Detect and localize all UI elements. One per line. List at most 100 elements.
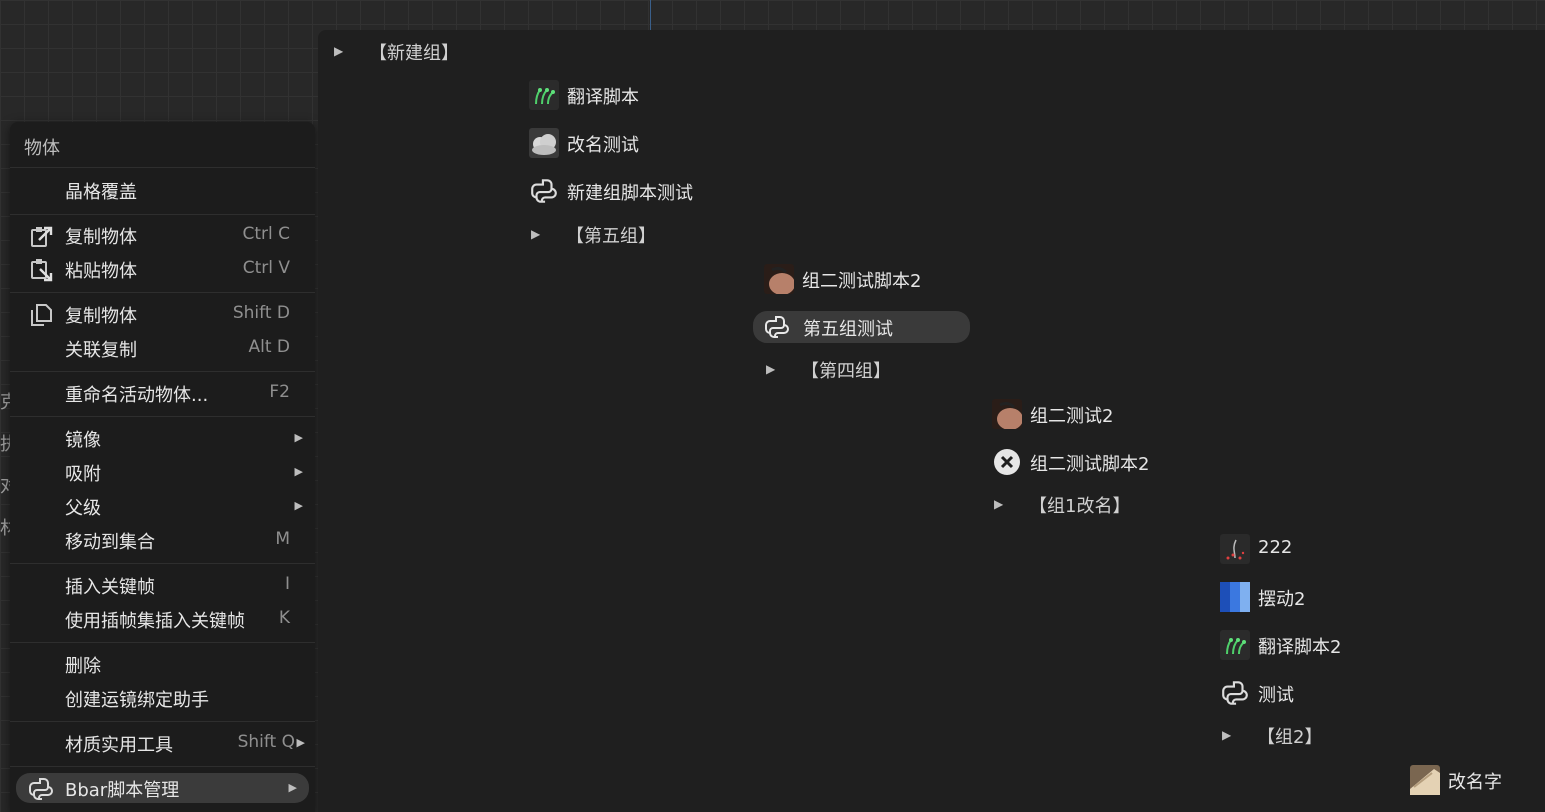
menu-separator: [10, 292, 315, 293]
menu-item-paste-objects[interactable]: 粘贴物体 Ctrl V: [10, 254, 315, 284]
wood-thumbnail-icon: [1410, 765, 1440, 795]
menu-item-label: 复制物体: [65, 227, 137, 248]
menu-item-label: 父级: [65, 498, 101, 519]
script-item-222[interactable]: 222: [1220, 531, 1340, 567]
menu-separator: [10, 766, 315, 767]
menu-separator: [10, 642, 315, 643]
menu-item-shortcut: K: [278, 608, 290, 628]
script-item-rename-test[interactable]: 改名测试: [529, 125, 729, 161]
cloud-thumbnail-icon: [529, 128, 559, 158]
expand-triangle-icon: ▶: [531, 227, 541, 241]
particles-thumbnail-icon: [1220, 534, 1250, 564]
menu-item-delete[interactable]: 删除: [10, 649, 315, 679]
script-item-test[interactable]: 测试: [1220, 675, 1340, 711]
menu-item-snap[interactable]: 吸附 ▶: [10, 457, 315, 487]
script-label: 翻译脚本: [567, 87, 639, 108]
submenu-arrow-icon: ▶: [294, 465, 303, 478]
script-item-group5-test[interactable]: 第五组测试: [753, 311, 970, 343]
menu-item-label: 粘贴物体: [65, 261, 137, 282]
menu-item-label: 关联复制: [65, 340, 137, 361]
menu-item-label: 吸附: [65, 464, 101, 485]
menu-separator: [10, 167, 315, 168]
menu-item-mirror[interactable]: 镜像 ▶: [10, 423, 315, 453]
group-five[interactable]: ▶ 【第五组】: [531, 222, 691, 248]
menu-item-label: 创建运镜绑定助手: [65, 690, 209, 711]
menu-item-copy-objects[interactable]: 复制物体 Ctrl C: [10, 220, 315, 250]
menu-item-shortcut: I: [284, 574, 290, 594]
submenu-arrow-icon: ▶: [294, 431, 303, 444]
menu-item-shortcut: Shift Q: [237, 732, 295, 752]
menu-item-duplicate-linked[interactable]: 关联复制 Alt D: [10, 333, 315, 363]
menu-separator: [10, 371, 315, 372]
menu-item-rename-active[interactable]: 重命名活动物体... F2: [10, 378, 315, 408]
script-label: 第五组测试: [803, 319, 893, 340]
menu-item-shortcut: Ctrl V: [242, 258, 290, 278]
menu-item-label: 移动到集合: [65, 532, 155, 553]
menu-item-label: 镜像: [65, 430, 101, 451]
group-label: 【新建组】: [369, 43, 459, 64]
menu-item-material-utilities[interactable]: 材质实用工具 Shift Q ▶: [10, 728, 315, 758]
skin-thumbnail-icon: [764, 264, 794, 294]
group-new[interactable]: ▶ 【新建组】: [334, 39, 494, 65]
script-label: 组二测试脚本2: [1030, 454, 1150, 475]
script-item-translate2[interactable]: 翻译脚本2: [1220, 627, 1380, 663]
menu-item-label: Bbar脚本管理: [65, 780, 180, 801]
script-item-rename-word[interactable]: 改名字: [1410, 762, 1540, 798]
object-context-menu: 物体 晶格覆盖 复制物体 Ctrl C 粘贴物体 Ctrl V 复制物体 Shi…: [10, 122, 315, 812]
menu-item-label: 删除: [65, 656, 101, 677]
menu-item-label: 材质实用工具: [65, 735, 173, 756]
python-icon: [1222, 681, 1248, 705]
menu-item-duplicate-objects[interactable]: 复制物体 Shift D: [10, 299, 315, 329]
menu-separator: [10, 563, 315, 564]
bbar-script-submenu: [318, 30, 1545, 812]
script-item-group2-test2[interactable]: 组二测试2: [992, 396, 1172, 432]
expand-triangle-icon: ▶: [1222, 728, 1232, 742]
menu-separator: [10, 214, 315, 215]
script-item-swing2[interactable]: 摆动2: [1220, 579, 1340, 615]
script-item-translate[interactable]: 翻译脚本: [529, 77, 729, 113]
script-item-new-group-test[interactable]: 新建组脚本测试: [529, 173, 729, 209]
menu-title: 物体: [24, 138, 60, 159]
python-icon: [765, 316, 790, 338]
script-item-group2-test-script2[interactable]: 组二测试脚本2: [764, 261, 974, 297]
viewport-axis-line: [650, 0, 651, 30]
menu-item-move-to-collection[interactable]: 移动到集合 M: [10, 525, 315, 555]
error-x-icon: [994, 449, 1020, 475]
menu-item-camera-rig-helper[interactable]: 创建运镜绑定助手: [10, 683, 315, 713]
menu-item-label: 使用插帧集插入关键帧: [65, 611, 245, 632]
sprout-thumbnail-icon: [1220, 630, 1250, 660]
menu-item-label: 插入关键帧: [65, 577, 155, 598]
menu-item-lattice[interactable]: 晶格覆盖: [10, 175, 315, 205]
script-label: 新建组脚本测试: [567, 183, 693, 204]
script-label: 改名测试: [567, 135, 639, 156]
group-one-renamed[interactable]: ▶ 【组1改名】: [994, 492, 1164, 518]
group-two[interactable]: ▶ 【组2】: [1222, 723, 1362, 749]
group-label: 【第五组】: [566, 226, 656, 247]
menu-item-label: 重命名活动物体...: [65, 385, 209, 406]
script-label: 改名字: [1448, 772, 1502, 793]
script-label: 测试: [1258, 685, 1294, 706]
swing-thumbnail-icon: [1220, 582, 1250, 612]
menu-item-shortcut: Shift D: [232, 303, 290, 323]
group-four[interactable]: ▶ 【第四组】: [766, 357, 926, 383]
submenu-arrow-icon: ▶: [294, 499, 303, 512]
sprout-thumbnail-icon: [529, 80, 559, 110]
script-item-group2-test-script2-error[interactable]: 组二测试脚本2: [992, 444, 1192, 480]
skin-thumbnail-icon: [992, 399, 1022, 429]
expand-triangle-icon: ▶: [334, 44, 344, 58]
menu-item-insert-keyframe[interactable]: 插入关键帧 I: [10, 570, 315, 600]
menu-item-shortcut: M: [275, 529, 290, 549]
menu-item-parent[interactable]: 父级 ▶: [10, 491, 315, 521]
menu-item-insert-keyframe-keyingset[interactable]: 使用插帧集插入关键帧 K: [10, 604, 315, 634]
duplicate-icon: [31, 304, 52, 326]
expand-triangle-icon: ▶: [766, 362, 776, 376]
menu-item-shortcut: Alt D: [248, 337, 290, 357]
menu-item-shortcut: F2: [269, 382, 290, 402]
script-label: 摆动2: [1258, 589, 1306, 610]
python-icon: [29, 778, 54, 800]
script-label: 222: [1258, 537, 1293, 558]
menu-separator: [10, 416, 315, 417]
menu-item-bbar-script-manager[interactable]: Bbar脚本管理 ▶: [16, 773, 309, 803]
paste-from-clipboard-icon: [31, 259, 53, 282]
menu-item-shortcut: Ctrl C: [242, 224, 290, 244]
